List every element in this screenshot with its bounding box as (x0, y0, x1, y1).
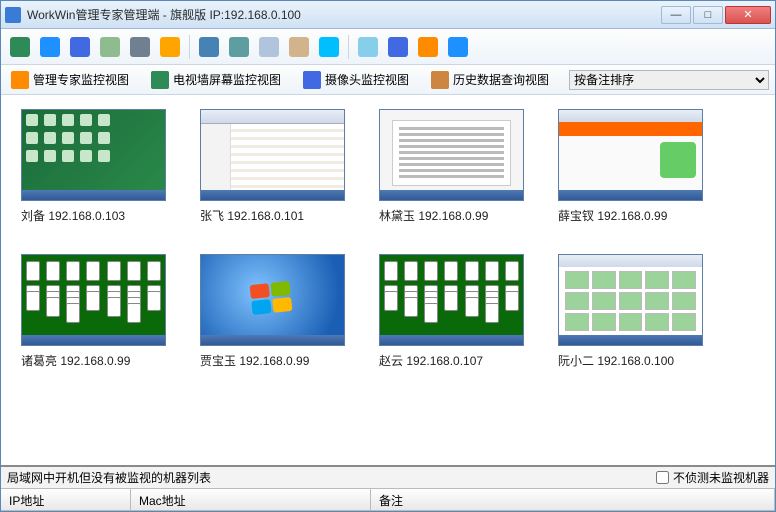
thumbnail: 阮小二 192.168.0.100 (558, 254, 703, 369)
maximize-button[interactable]: □ (693, 6, 723, 24)
thumbnail-area: 刘备 192.168.0.103 张飞 192.168.0.101 林黛玉 192.… (1, 95, 775, 465)
network-icon (319, 37, 339, 57)
col-note[interactable]: 备注 (371, 489, 775, 510)
folder-icon[interactable] (157, 34, 183, 60)
minimize-button[interactable]: — (661, 6, 691, 24)
globe-icon[interactable] (37, 34, 63, 60)
monitor-icon[interactable] (7, 34, 33, 60)
folder-icon (160, 37, 180, 57)
app-icon (5, 7, 21, 23)
tab-history[interactable]: 历史数据查询视图 (427, 69, 553, 91)
display-icon[interactable] (196, 34, 222, 60)
mail-icon[interactable] (256, 34, 282, 60)
screen-icon (70, 37, 90, 57)
bottom-columns: IP地址 Mac地址 备注 (1, 489, 775, 511)
contact-icon (418, 37, 438, 57)
thumbnail-caption: 刘备 192.168.0.103 (21, 207, 166, 224)
tab-history-icon (431, 71, 449, 89)
thumbnail-screen[interactable] (200, 254, 345, 346)
thumbnail: 赵云 192.168.0.107 (379, 254, 524, 369)
thumbnail: 贾宝玉 192.168.0.99 (200, 254, 345, 369)
search-icon[interactable] (286, 34, 312, 60)
tab-history-label: 历史数据查询视图 (453, 71, 549, 88)
list-icon (130, 37, 150, 57)
book-icon (388, 37, 408, 57)
thumbnail-caption: 贾宝玉 192.168.0.99 (200, 352, 345, 369)
toolbar (1, 29, 775, 65)
sort-select-wrap: 按备注排序 (569, 70, 769, 90)
book-icon[interactable] (385, 34, 411, 60)
list-icon[interactable] (127, 34, 153, 60)
tab-manager-icon (11, 71, 29, 89)
thumbnail: 林黛玉 192.168.0.99 (379, 109, 524, 224)
thumbnail-screen[interactable] (558, 254, 703, 346)
thumbnail-screen[interactable] (558, 109, 703, 201)
disc-icon (358, 37, 378, 57)
thumbnail: 刘备 192.168.0.103 (21, 109, 166, 224)
tab-tv-label: 电视墙屏幕监控视图 (173, 71, 281, 88)
thumbnail-caption: 林黛玉 192.168.0.99 (379, 207, 524, 224)
help-icon (448, 37, 468, 57)
network-icon[interactable] (316, 34, 342, 60)
thumbnail-caption: 张飞 192.168.0.101 (200, 207, 345, 224)
tab-manager[interactable]: 管理专家监控视图 (7, 69, 133, 91)
thumbnail-screen[interactable] (21, 109, 166, 201)
thumbnail-caption: 薛宝钗 192.168.0.99 (558, 207, 703, 224)
mail-icon (259, 37, 279, 57)
titlebar: WorkWin管理专家管理端 - 旗舰版 IP:192.168.0.100 — … (1, 1, 775, 29)
sort-select[interactable]: 按备注排序 (569, 70, 769, 90)
thumbnail: 薛宝钗 192.168.0.99 (558, 109, 703, 224)
bottom-panel: 局域网中开机但没有被监视的机器列表 不侦测未监视机器 IP地址 Mac地址 备注 (1, 465, 775, 511)
tab-manager-label: 管理专家监控视图 (33, 71, 129, 88)
help-icon[interactable] (445, 34, 471, 60)
bottom-panel-title: 局域网中开机但没有被监视的机器列表 (7, 469, 656, 486)
screen-icon[interactable] (67, 34, 93, 60)
view-tabs-bar: 管理专家监控视图 电视墙屏幕监控视图 摄像头监控视图 历史数据查询视图 按备注排序 (1, 65, 775, 95)
tab-tv[interactable]: 电视墙屏幕监控视图 (147, 69, 285, 91)
users-icon[interactable] (97, 34, 123, 60)
monitor-icon (10, 37, 30, 57)
tab-tv-icon (151, 71, 169, 89)
no-detect-checkbox[interactable] (656, 471, 669, 484)
display-icon (199, 37, 219, 57)
tab-camera-icon (303, 71, 321, 89)
contact-icon[interactable] (415, 34, 441, 60)
disc-icon[interactable] (355, 34, 381, 60)
thumbnail-caption: 阮小二 192.168.0.100 (558, 352, 703, 369)
col-ip[interactable]: IP地址 (1, 489, 131, 510)
thumbnail-caption: 诸葛亮 192.168.0.99 (21, 352, 166, 369)
thumbnail-caption: 赵云 192.168.0.107 (379, 352, 524, 369)
search-icon (289, 37, 309, 57)
window-title: WorkWin管理专家管理端 - 旗舰版 IP:192.168.0.100 (27, 6, 661, 23)
no-detect-checkbox-label[interactable]: 不侦测未监视机器 (656, 469, 769, 486)
tab-camera[interactable]: 摄像头监控视图 (299, 69, 413, 91)
thumbnail-screen[interactable] (379, 109, 524, 201)
app-window: WorkWin管理专家管理端 - 旗舰版 IP:192.168.0.100 — … (0, 0, 776, 512)
msg-icon (229, 37, 249, 57)
thumbnail: 张飞 192.168.0.101 (200, 109, 345, 224)
msg-icon[interactable] (226, 34, 252, 60)
thumbnail-screen[interactable] (379, 254, 524, 346)
users-icon (100, 37, 120, 57)
tab-camera-label: 摄像头监控视图 (325, 71, 409, 88)
thumbnail-screen[interactable] (200, 109, 345, 201)
globe-icon (40, 37, 60, 57)
thumbnail: 诸葛亮 192.168.0.99 (21, 254, 166, 369)
col-mac[interactable]: Mac地址 (131, 489, 371, 510)
close-button[interactable]: ✕ (725, 6, 771, 24)
thumbnail-screen[interactable] (21, 254, 166, 346)
